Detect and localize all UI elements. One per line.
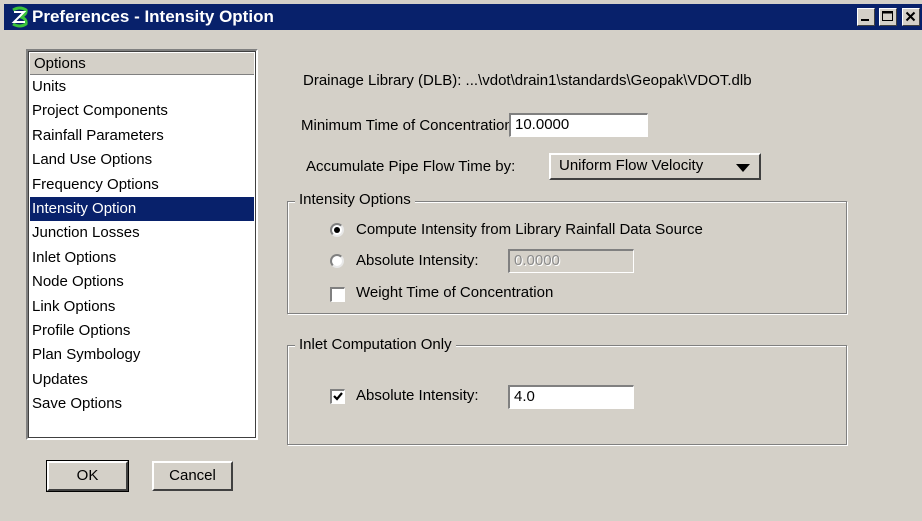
options-list-item[interactable]: Plan Symbology <box>30 343 254 367</box>
ok-button[interactable]: OK <box>46 460 129 492</box>
options-list-items: Units Project Components Rainfall Paramete… <box>30 75 254 416</box>
options-list-item[interactable]: Land Use Options <box>30 148 254 172</box>
minimize-button[interactable] <box>857 8 875 26</box>
checkmark-icon <box>333 392 343 401</box>
accumulate-dropdown[interactable]: Uniform Flow Velocity <box>549 153 761 180</box>
title-bar[interactable]: Preferences - Intensity Option <box>4 4 922 30</box>
inlet-computation-title: Inlet Computation Only <box>295 336 456 353</box>
inlet-absolute-intensity-checkbox[interactable] <box>330 389 345 404</box>
absolute-intensity-label: Absolute Intensity: <box>356 252 479 269</box>
options-list-item[interactable]: Intensity Option <box>30 196 254 222</box>
minimize-icon <box>861 19 869 21</box>
options-list[interactable]: Options Units Project Components Rainfall … <box>26 49 258 440</box>
dropdown-arrow-icon <box>736 164 750 172</box>
absolute-intensity-radio[interactable] <box>330 254 344 268</box>
accumulate-dropdown-value: Uniform Flow Velocity <box>559 157 704 174</box>
options-list-item[interactable]: Rainfall Parameters <box>30 124 254 148</box>
compute-intensity-label: Compute Intensity from Library Rainfall … <box>356 221 703 238</box>
preferences-window: Preferences - Intensity Option Options U… <box>0 0 922 521</box>
drainage-library-label: Drainage Library (DLB): ...\vdot\drain1\… <box>303 72 752 89</box>
geopak-logo-icon <box>11 6 28 28</box>
inlet-absolute-intensity-field[interactable]: 4.0 <box>508 385 634 409</box>
inlet-absolute-intensity-label: Absolute Intensity: <box>356 387 479 404</box>
options-list-item[interactable]: Units <box>30 75 254 99</box>
options-list-item[interactable]: Profile Options <box>30 319 254 343</box>
window-title: Preferences - Intensity Option <box>32 7 274 26</box>
intensity-options-title: Intensity Options <box>295 191 415 208</box>
maximize-button[interactable] <box>879 8 897 26</box>
options-list-item[interactable]: Updates <box>30 368 254 392</box>
options-list-item[interactable]: Inlet Options <box>30 246 254 270</box>
options-list-item[interactable]: Link Options <box>30 295 254 319</box>
options-list-item[interactable]: Save Options <box>30 392 254 416</box>
min-time-field[interactable]: 10.0000 <box>509 113 648 137</box>
absolute-intensity-field: 0.0000 <box>508 249 634 273</box>
options-list-header: Options <box>30 53 254 75</box>
compute-intensity-radio[interactable] <box>330 223 344 237</box>
options-list-item[interactable]: Junction Losses <box>30 221 254 245</box>
cancel-button[interactable]: Cancel <box>152 461 233 491</box>
close-button[interactable] <box>902 8 920 26</box>
maximize-icon <box>882 11 893 21</box>
min-time-label: Minimum Time of Concentration: <box>301 117 517 134</box>
weight-time-checkbox[interactable] <box>330 287 345 302</box>
options-list-item[interactable]: Node Options <box>30 270 254 294</box>
weight-time-label: Weight Time of Concentration <box>356 284 554 301</box>
close-icon <box>905 11 916 22</box>
options-list-item[interactable]: Project Components <box>30 99 254 123</box>
options-list-item[interactable]: Frequency Options <box>30 173 254 197</box>
accumulate-label: Accumulate Pipe Flow Time by: <box>306 158 516 175</box>
